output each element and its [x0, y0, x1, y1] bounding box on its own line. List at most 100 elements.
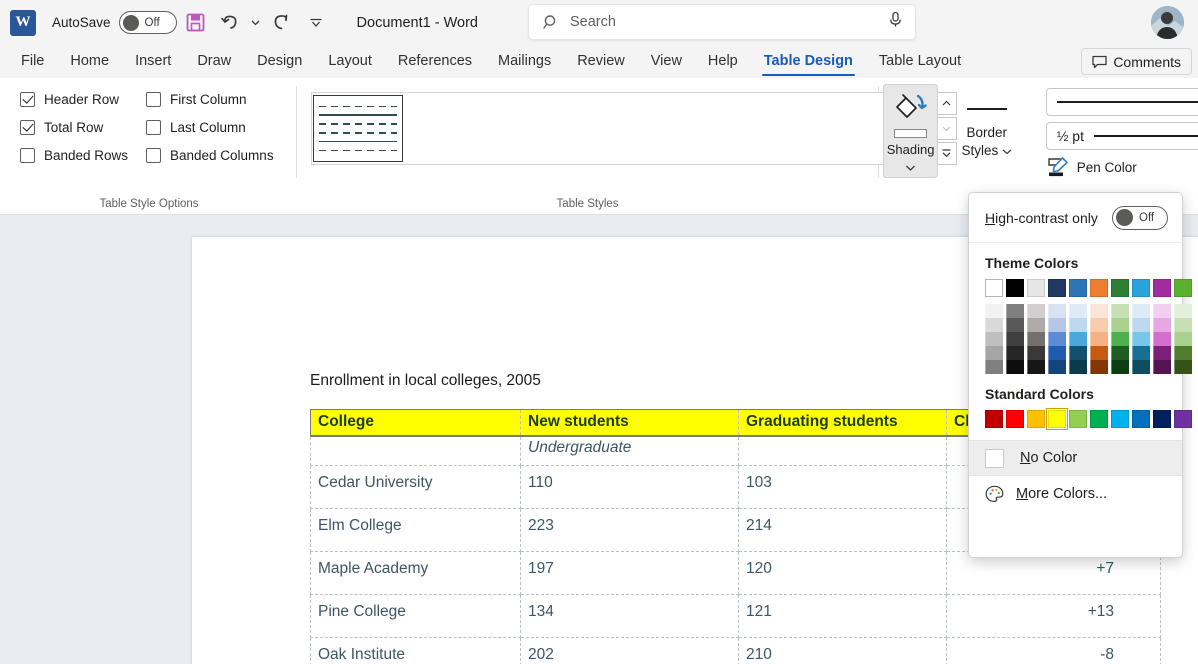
standard-color-swatch[interactable] — [1006, 410, 1024, 428]
table-cell[interactable]: 223 — [521, 508, 739, 551]
theme-color-swatch[interactable] — [1027, 360, 1045, 374]
table-cell[interactable]: Pine College — [311, 594, 521, 637]
theme-color-swatch[interactable] — [1069, 346, 1087, 360]
table-row[interactable]: Oak Institute 202 210 -8 — [311, 637, 1161, 664]
chevron-down-icon[interactable] — [1002, 143, 1012, 158]
microphone-icon[interactable] — [888, 11, 903, 33]
theme-color-swatch[interactable] — [1153, 279, 1171, 297]
table-cell[interactable]: Undergraduate — [521, 436, 739, 466]
theme-colors-base-row[interactable] — [969, 279, 1182, 297]
theme-color-swatch[interactable] — [1174, 318, 1192, 332]
standard-color-swatch[interactable] — [1090, 410, 1108, 428]
table-cell[interactable]: 210 — [739, 637, 947, 664]
tab-view[interactable]: View — [638, 50, 695, 78]
theme-color-swatch[interactable] — [1153, 360, 1171, 374]
autosave-toggle[interactable]: Off — [119, 11, 177, 34]
theme-color-swatch[interactable] — [1048, 318, 1066, 332]
table-cell[interactable]: Oak Institute — [311, 637, 521, 664]
theme-color-variant-row[interactable] — [969, 346, 1182, 360]
theme-color-swatch[interactable] — [1132, 304, 1150, 318]
theme-color-swatch[interactable] — [1006, 332, 1024, 346]
theme-color-swatch[interactable] — [1090, 279, 1108, 297]
theme-color-swatch[interactable] — [1111, 360, 1129, 374]
standard-color-swatch[interactable] — [1153, 410, 1171, 428]
theme-color-swatch[interactable] — [1069, 304, 1087, 318]
standard-color-swatch[interactable] — [1027, 410, 1045, 428]
theme-color-swatch[interactable] — [985, 346, 1003, 360]
shading-button[interactable]: Shading — [883, 84, 938, 178]
theme-color-swatch[interactable] — [1027, 279, 1045, 297]
tab-layout[interactable]: Layout — [315, 50, 385, 78]
theme-color-swatch[interactable] — [1048, 346, 1066, 360]
table-cell[interactable]: 103 — [739, 465, 947, 508]
checkbox-last-column[interactable]: Last Column — [146, 120, 296, 135]
theme-color-swatch[interactable] — [1111, 279, 1129, 297]
standard-color-swatch[interactable] — [1111, 410, 1129, 428]
theme-color-swatch[interactable] — [1027, 318, 1045, 332]
theme-color-swatch[interactable] — [1069, 360, 1087, 374]
theme-color-swatch[interactable] — [1048, 360, 1066, 374]
table-cell[interactable] — [739, 436, 947, 466]
search-input[interactable]: Search — [570, 14, 888, 30]
checkbox-last-column-box[interactable] — [146, 120, 161, 135]
standard-color-swatch[interactable] — [1132, 410, 1150, 428]
theme-color-variant-row[interactable] — [969, 360, 1182, 374]
tab-review[interactable]: Review — [564, 50, 638, 78]
table-cell[interactable] — [311, 436, 521, 466]
checkbox-first-column-box[interactable] — [146, 92, 161, 107]
high-contrast-row[interactable]: High-contrast only Off — [969, 193, 1182, 243]
theme-color-swatch[interactable] — [1069, 332, 1087, 346]
theme-color-swatch[interactable] — [1090, 304, 1108, 318]
table-row[interactable]: Pine College 134 121 +13 — [311, 594, 1161, 637]
theme-color-swatch[interactable] — [1174, 304, 1192, 318]
redo-icon[interactable] — [267, 8, 297, 38]
tab-draw[interactable]: Draw — [184, 50, 244, 78]
table-cell[interactable]: 197 — [521, 551, 739, 594]
checkbox-first-column[interactable]: First Column — [146, 92, 296, 107]
checkbox-banded-rows-box[interactable] — [20, 148, 35, 163]
checkbox-banded-rows[interactable]: Banded Rows — [20, 148, 146, 163]
theme-color-swatch[interactable] — [1132, 318, 1150, 332]
theme-color-swatch[interactable] — [1174, 332, 1192, 346]
theme-color-swatch[interactable] — [985, 360, 1003, 374]
tab-home[interactable]: Home — [57, 50, 122, 78]
theme-color-variant-row[interactable] — [969, 304, 1182, 318]
theme-color-variant-row[interactable] — [969, 332, 1182, 346]
theme-color-swatch[interactable] — [1069, 279, 1087, 297]
table-cell[interactable]: Cedar University — [311, 465, 521, 508]
theme-color-swatch[interactable] — [1132, 360, 1150, 374]
standard-color-swatch[interactable] — [1048, 410, 1066, 428]
theme-color-swatch[interactable] — [1090, 346, 1108, 360]
standard-color-swatch[interactable] — [1174, 410, 1192, 428]
theme-color-swatch[interactable] — [1153, 318, 1171, 332]
theme-color-swatch[interactable] — [985, 318, 1003, 332]
theme-color-swatch[interactable] — [1090, 360, 1108, 374]
table-cell[interactable]: 134 — [521, 594, 739, 637]
comments-button[interactable]: Comments — [1081, 48, 1192, 75]
theme-color-swatch[interactable] — [1153, 346, 1171, 360]
table-cell[interactable]: 214 — [739, 508, 947, 551]
theme-color-swatch[interactable] — [1006, 346, 1024, 360]
table-styles-gallery[interactable] — [311, 92, 931, 165]
theme-color-swatch[interactable] — [1006, 279, 1024, 297]
no-color-item[interactable]: No Color — [969, 440, 1182, 476]
checkbox-total-row-box[interactable] — [20, 120, 35, 135]
line-weight-dropdown[interactable]: ½ pt — [1046, 122, 1198, 150]
table-cell[interactable]: 121 — [739, 594, 947, 637]
tab-help[interactable]: Help — [695, 50, 751, 78]
shading-dropdown-menu[interactable]: High-contrast only Off Theme Colors Stan… — [968, 192, 1183, 558]
theme-color-swatch[interactable] — [1111, 304, 1129, 318]
undo-dropdown-icon[interactable] — [249, 8, 263, 38]
search-box[interactable]: Search — [528, 4, 916, 40]
theme-color-swatch[interactable] — [1048, 332, 1066, 346]
border-styles-button[interactable]: Border Styles — [948, 92, 1026, 172]
table-cell[interactable]: -8 — [947, 637, 1161, 664]
theme-color-swatch[interactable] — [985, 304, 1003, 318]
avatar[interactable] — [1151, 6, 1184, 39]
standard-color-swatch[interactable] — [985, 410, 1003, 428]
tab-table-design[interactable]: Table Design — [751, 50, 866, 78]
theme-color-swatch[interactable] — [1006, 360, 1024, 374]
theme-color-swatch[interactable] — [1006, 304, 1024, 318]
theme-color-swatch[interactable] — [1048, 304, 1066, 318]
theme-color-swatch[interactable] — [1132, 279, 1150, 297]
